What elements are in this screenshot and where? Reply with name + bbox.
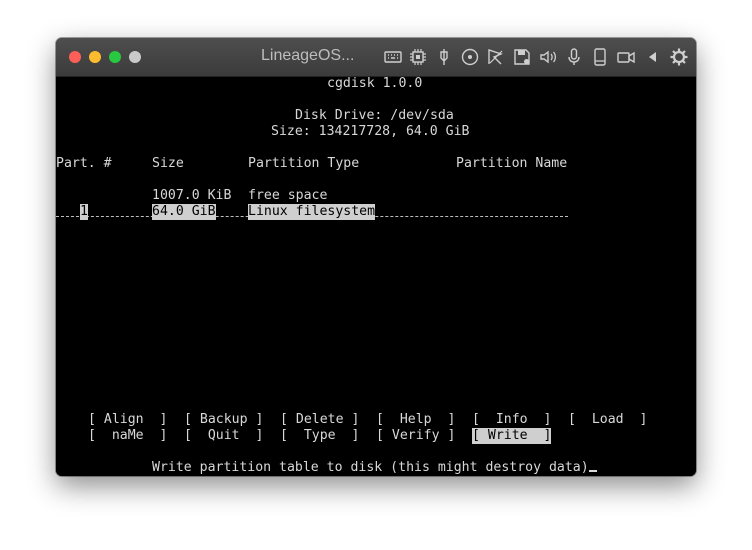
close-button[interactable]	[69, 51, 81, 63]
cd-icon[interactable]	[460, 47, 480, 67]
header-type: Partition Type	[248, 156, 360, 171]
disk-size-label: Size: 134217728, 64.0 GiB	[271, 124, 470, 139]
align-button[interactable]: [ Align ]	[88, 412, 167, 428]
write-button[interactable]: [ Write ]	[472, 428, 552, 444]
maximize-button[interactable]	[109, 51, 121, 63]
row-size: 64.0 GiB	[152, 204, 216, 220]
help-button[interactable]: [ Help ]	[376, 412, 455, 428]
status-text: Write partition table to disk (this migh…	[152, 460, 589, 475]
volume-icon[interactable]	[538, 47, 558, 67]
back-icon[interactable]	[643, 47, 663, 67]
keyboard-icon[interactable]	[383, 47, 403, 67]
verify-button[interactable]: [ Verify ]	[376, 428, 455, 444]
backup-button[interactable]: [ Backup ]	[184, 412, 263, 428]
status-line: Write partition table to disk (this migh…	[152, 460, 597, 476]
delete-button[interactable]: [ Delete ]	[280, 412, 359, 428]
disk-drive-label: Disk Drive: /dev/sda	[295, 108, 454, 123]
row-type: free space	[248, 188, 328, 203]
titlebar[interactable]: LineageOS...	[56, 38, 696, 77]
header-size: Size	[152, 156, 184, 171]
name-button[interactable]: [ naMe ]	[88, 428, 167, 444]
text-cursor	[588, 470, 597, 472]
microphone-icon[interactable]	[564, 47, 584, 67]
cpu-icon[interactable]	[408, 47, 428, 67]
load-button[interactable]: [ Load ]	[568, 412, 647, 428]
info-button[interactable]: [ Info ]	[472, 412, 551, 428]
header-part: Part. #	[56, 156, 112, 171]
row-size: 1007.0 KiB	[152, 188, 232, 203]
row-part: 1	[80, 204, 88, 220]
camera-icon[interactable]	[616, 47, 636, 67]
quit-button[interactable]: [ Quit ]	[184, 428, 263, 444]
window-title: LineageOS...	[261, 47, 355, 64]
phone-icon[interactable]	[590, 47, 610, 67]
app-title: cgdisk 1.0.0	[327, 76, 423, 91]
vm-window: LineageOS... cgdisk 1.0.0 Disk Drive: /d…	[56, 38, 696, 476]
settings-icon[interactable]	[669, 47, 689, 67]
usb-icon[interactable]	[434, 47, 454, 67]
network-icon[interactable]	[486, 47, 506, 67]
minimize-button[interactable]	[89, 51, 101, 63]
header-name: Partition Name	[456, 156, 568, 171]
type-button[interactable]: [ Type ]	[280, 428, 359, 444]
extra-window-button[interactable]	[129, 51, 141, 63]
row-type: Linux filesystem	[248, 204, 376, 220]
save-icon[interactable]	[512, 47, 532, 67]
terminal-screen[interactable]: cgdisk 1.0.0 Disk Drive: /dev/sda Size: …	[56, 76, 696, 476]
